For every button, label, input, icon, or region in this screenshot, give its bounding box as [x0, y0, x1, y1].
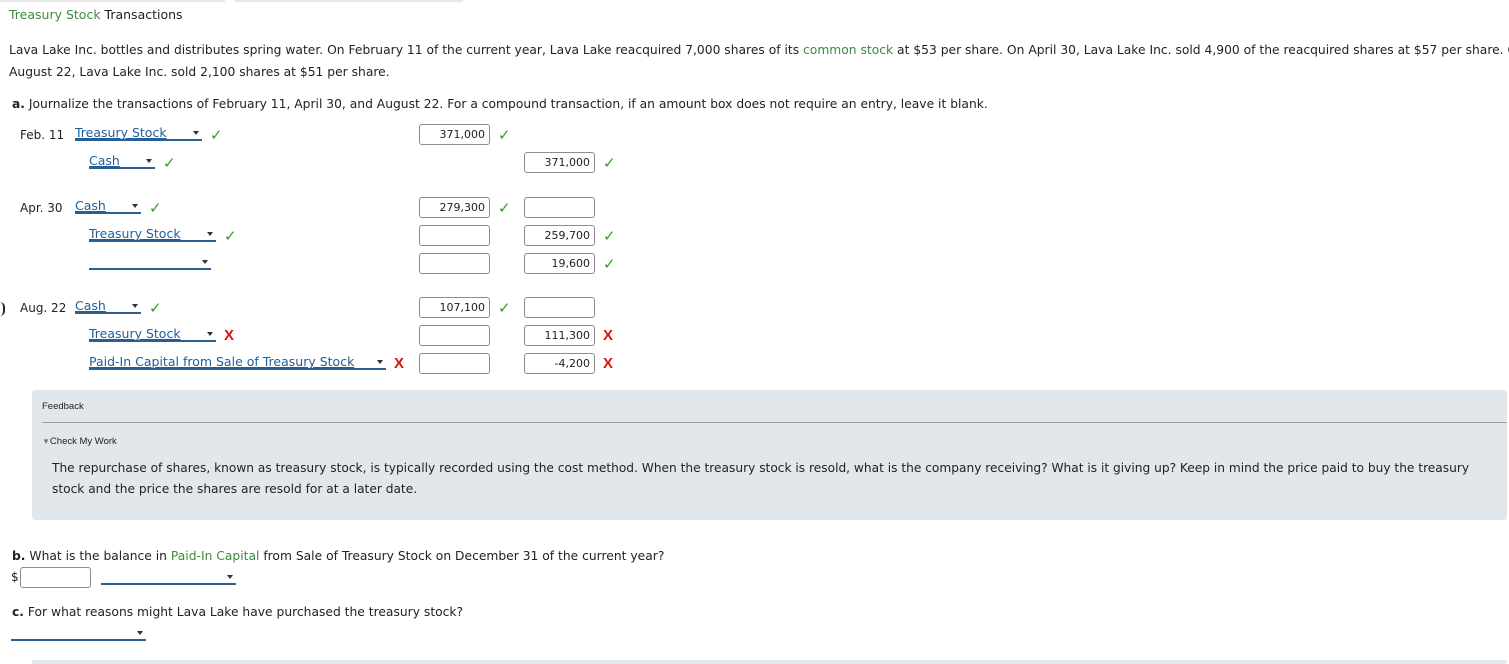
feedback-text: The repurchase of shares, known as treas…: [52, 461, 1470, 496]
question-letter: a.: [12, 97, 25, 111]
debit-input[interactable]: 279,300: [419, 197, 490, 218]
credit-input[interactable]: 371,000: [524, 152, 595, 173]
x-mark-icon: X: [603, 355, 614, 372]
problem-intro: Lava Lake Inc. bottles and distributes s…: [9, 39, 1509, 83]
intro-text: at $53 per share. On April 30, Lava Lake…: [893, 43, 1509, 57]
reason-select[interactable]: [11, 626, 146, 641]
debit-input[interactable]: [419, 225, 490, 246]
dropdown-arrow-icon: [146, 159, 152, 163]
dropdown-arrow-icon: [377, 360, 383, 364]
currency-symbol: $: [11, 570, 19, 584]
checkmark-icon: ✓: [603, 255, 616, 273]
dropdown-arrow-icon: [227, 575, 233, 579]
feedback-heading: Feedback: [42, 401, 84, 412]
dropdown-arrow-icon: [207, 332, 213, 336]
account-name: Treasury Stock: [89, 326, 181, 341]
feedback-panel: Feedback ▼Check My Work The repurchase o…: [32, 390, 1507, 520]
balance-type-select[interactable]: [101, 570, 236, 585]
dropdown-arrow-icon: [137, 631, 143, 635]
account-select[interactable]: Paid-In Capital from Sale of Treasury St…: [89, 355, 386, 370]
debit-input[interactable]: [419, 353, 490, 374]
question-letter: b.: [12, 549, 26, 563]
question-a: a. Journalize the transactions of Februa…: [12, 97, 988, 111]
title-link[interactable]: Treasury Stock: [9, 7, 101, 22]
title-text: Transactions: [100, 7, 183, 22]
entry-date: Feb. 11: [20, 128, 65, 142]
debit-input[interactable]: 107,100: [419, 297, 490, 318]
checkmark-icon: ✓: [498, 299, 511, 317]
debit-input[interactable]: [419, 253, 490, 274]
next-panel-edge: [32, 660, 1507, 664]
common-stock-link[interactable]: common stock: [803, 43, 893, 57]
intro-text: August 22, Lava Lake Inc. sold 2,100 sha…: [9, 65, 390, 79]
side-marker: [0, 302, 5, 316]
dropdown-arrow-icon: [132, 304, 138, 308]
checkmark-icon: ✓: [498, 126, 511, 144]
account-select[interactable]: Treasury Stock: [75, 126, 202, 141]
checkmark-icon: ✓: [603, 154, 616, 172]
question-text: from Sale of Treasury Stock on December …: [259, 549, 665, 563]
account-name: Treasury Stock: [75, 125, 167, 140]
top-tab-edge: [235, 0, 463, 2]
account-name: Cash: [75, 198, 106, 213]
page-title: Treasury Stock Transactions: [9, 7, 183, 22]
credit-input[interactable]: [524, 297, 595, 318]
entry-date: Aug. 22: [20, 301, 67, 315]
debit-input[interactable]: 371,000: [419, 124, 490, 145]
account-name: Treasury Stock: [89, 226, 181, 241]
question-text: Journalize the transactions of February …: [28, 97, 988, 111]
dropdown-arrow-icon: [207, 232, 213, 236]
dropdown-arrow-icon: [132, 204, 138, 208]
checkmark-icon: ✓: [224, 227, 237, 245]
x-mark-icon: X: [394, 355, 405, 372]
x-mark-icon: X: [603, 327, 614, 344]
account-select[interactable]: Treasury Stock: [89, 327, 216, 342]
x-mark-icon: X: [224, 327, 235, 344]
dropdown-arrow-icon: [202, 260, 208, 264]
entry-date: Apr. 30: [20, 201, 63, 215]
credit-input[interactable]: [524, 197, 595, 218]
checkmark-icon: ✓: [210, 126, 223, 144]
credit-input[interactable]: -4,200: [524, 353, 595, 374]
question-letter: c.: [12, 605, 24, 619]
account-select[interactable]: Cash: [75, 199, 141, 214]
account-name: Cash: [89, 153, 120, 168]
account-select[interactable]: Cash: [89, 154, 155, 169]
account-name: Paid-In Capital from Sale of Treasury St…: [89, 354, 355, 369]
dropdown-arrow-icon: [193, 131, 199, 135]
account-select[interactable]: Treasury Stock: [89, 227, 216, 242]
question-c: c. For what reasons might Lava Lake have…: [12, 605, 463, 619]
credit-input[interactable]: 259,700: [524, 225, 595, 246]
paid-in-capital-link[interactable]: Paid-In Capital: [171, 549, 260, 563]
checkmark-icon: ✓: [163, 154, 176, 172]
account-name: Cash: [75, 298, 106, 313]
balance-input[interactable]: [20, 567, 91, 588]
divider: [42, 422, 1507, 423]
top-tab-edge: [0, 0, 225, 2]
question-b: b. What is the balance in Paid-In Capita…: [12, 549, 664, 563]
triangle-down-icon: ▼: [42, 437, 50, 446]
toggle-label: Check My Work: [49, 436, 117, 447]
debit-input[interactable]: [419, 325, 490, 346]
credit-input[interactable]: 19,600: [524, 253, 595, 274]
checkmark-icon: ✓: [149, 199, 162, 217]
credit-input[interactable]: 111,300: [524, 325, 595, 346]
checkmark-icon: ✓: [498, 199, 511, 217]
account-select[interactable]: Cash: [75, 299, 141, 314]
checkmark-icon: ✓: [603, 227, 616, 245]
question-text: For what reasons might Lava Lake have pu…: [27, 605, 464, 619]
checkmark-icon: ✓: [149, 299, 162, 317]
intro-text: Lava Lake Inc. bottles and distributes s…: [9, 43, 804, 57]
account-select[interactable]: [89, 255, 211, 270]
question-text: What is the balance in: [29, 549, 171, 563]
check-my-work-toggle[interactable]: ▼Check My Work: [42, 436, 117, 447]
